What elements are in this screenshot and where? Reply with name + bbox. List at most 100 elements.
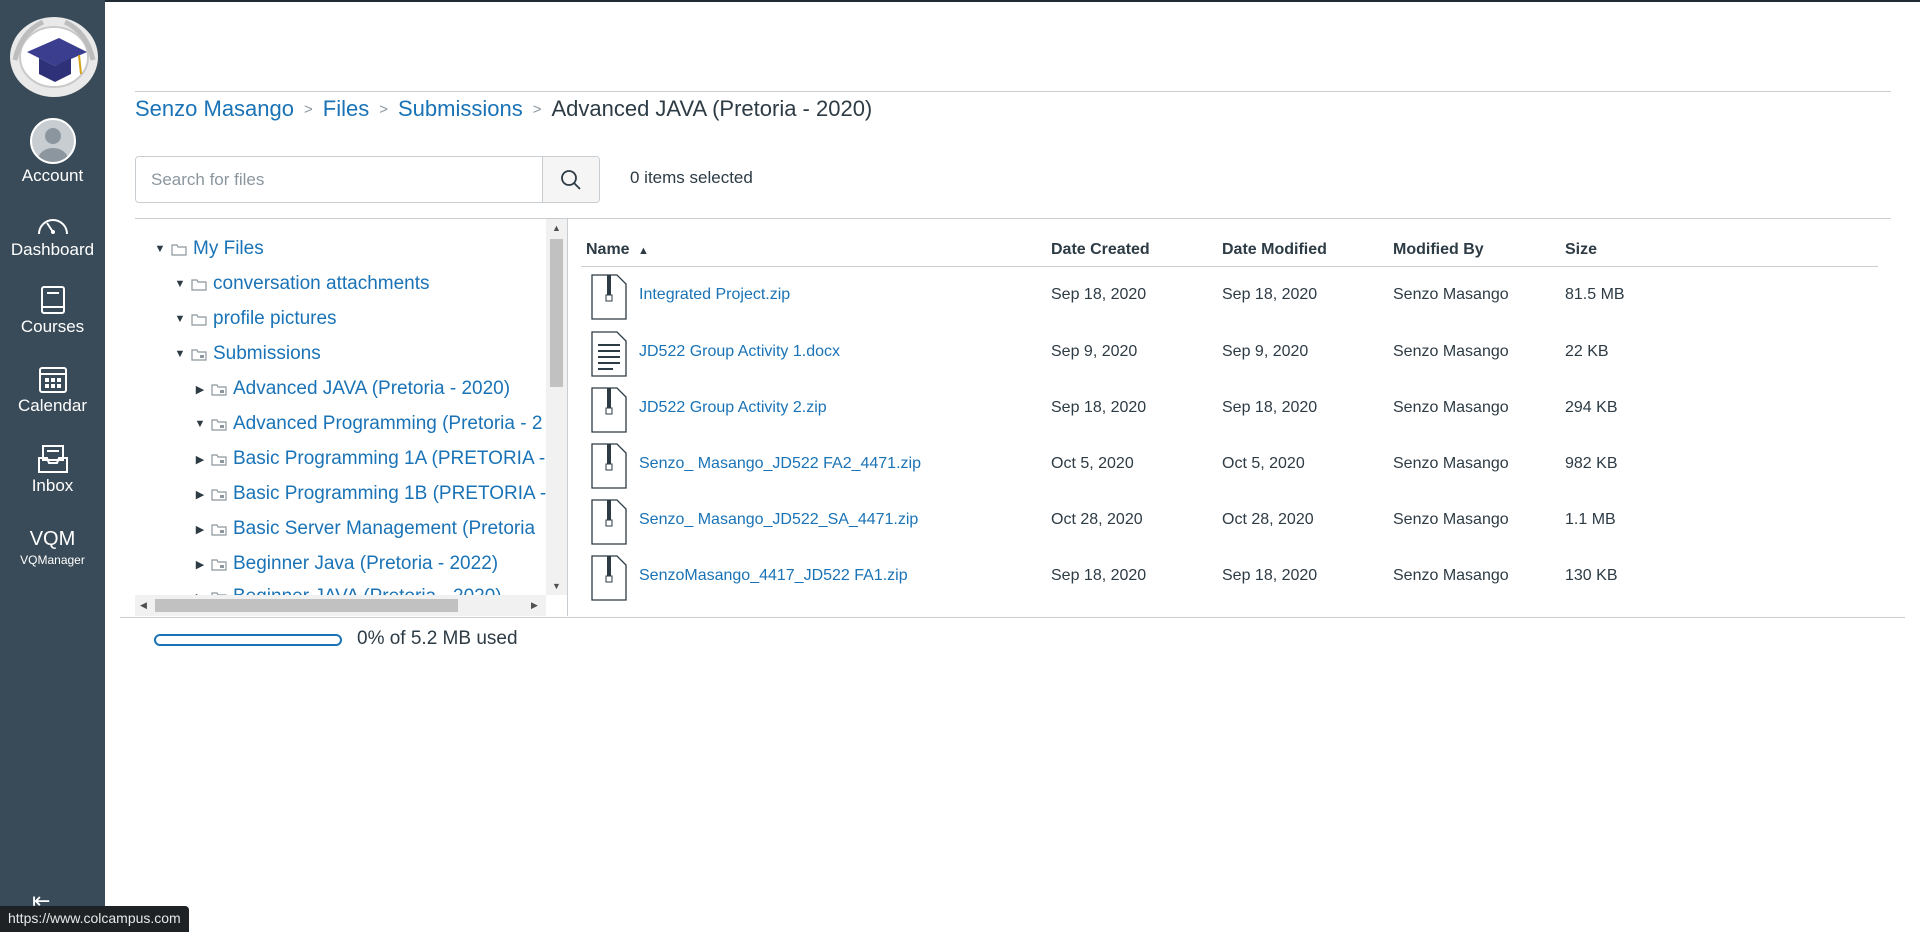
nav-courses[interactable]: Courses [0,285,105,337]
file-name-link[interactable]: SenzoMasango_4417_JD522 FA1.zip [639,567,908,585]
file-name-link[interactable]: JD522 Group Activity 2.zip [639,399,827,417]
file-size: 982 KB [1565,455,1618,472]
search-button[interactable] [542,157,599,202]
table-row[interactable]: JD522 Group Activity 1.docx Sep 9, 2020 … [581,325,1878,381]
date-created: Sep 18, 2020 [1051,399,1147,416]
modified-by: Senzo Masango [1393,343,1509,360]
column-header-size[interactable]: Size [1565,241,1597,259]
tree-item-basic-server-management[interactable]: ▶ Basic Server Management (Pretoria [193,514,535,544]
triangle-right-icon[interactable]: ▶ [193,383,207,396]
folder-icon [171,243,187,256]
tree-item-beginner-java-2020[interactable]: ▶ Beginner JAVA (Pretoria - 2020) [193,582,502,595]
date-modified: Sep 18, 2020 [1222,567,1318,584]
triangle-down-icon[interactable]: ▼ [153,243,167,255]
storage-quota-text: 0% of 5.2 MB used [357,628,518,649]
file-name-link[interactable]: Senzo_ Masango_JD522_SA_4471.zip [639,511,918,529]
date-created: Sep 18, 2020 [1051,567,1147,584]
zip-file-icon [591,555,627,601]
file-name-link[interactable]: JD522 Group Activity 1.docx [639,343,840,361]
institution-logo[interactable] [7,12,101,98]
breadcrumb-user[interactable]: Senzo Masango [135,96,294,122]
nav-calendar[interactable]: Calendar [0,364,105,416]
scroll-thumb[interactable] [550,239,563,387]
tree-item-submissions[interactable]: ▼ Submissions [173,339,321,369]
nav-vqm-label: VQM [29,528,76,550]
tree-item-label: Basic Server Management (Pretoria [233,518,536,539]
column-header-name[interactable]: Name ▲ [586,241,649,259]
scroll-down-arrow-icon[interactable]: ▼ [552,581,561,591]
nav-dashboard[interactable]: Dashboard [0,212,105,260]
search-box [135,156,600,203]
search-icon [561,169,581,190]
triangle-right-icon[interactable]: ▶ [193,558,207,571]
tree-item-advanced-programming[interactable]: ▼ Advanced Programming (Pretoria - 2 [193,409,543,439]
triangle-down-icon[interactable]: ▼ [193,418,207,430]
locked-folder-icon [211,383,227,396]
search-input[interactable] [136,157,542,202]
zip-file-icon [591,274,627,320]
tree-item-label: conversation attachments [213,273,430,294]
header-divider [135,91,1891,92]
triangle-right-icon[interactable]: ▶ [193,523,207,536]
table-row[interactable]: Senzo_ Masango_JD522_SA_4471.zip Oct 28,… [581,493,1878,549]
tree-item-beginner-java-2022[interactable]: ▶ Beginner Java (Pretoria - 2022) [193,549,498,579]
tree-item-label: profile pictures [213,308,337,329]
folder-tree: ▼ My Files ▼ conversation attachments ▼ … [135,219,567,616]
nav-vqmanager[interactable]: VQM VQManager [0,526,105,567]
date-modified: Oct 5, 2020 [1222,455,1305,472]
scroll-thumb[interactable] [155,599,458,612]
book-icon [40,286,65,314]
file-size: 294 KB [1565,399,1618,416]
date-modified: Sep 18, 2020 [1222,399,1318,416]
tree-item-label: Advanced JAVA (Pretoria - 2020) [233,378,511,399]
date-created: Sep 9, 2020 [1051,343,1138,360]
breadcrumb-files[interactable]: Files [323,96,369,122]
file-size: 130 KB [1565,567,1618,584]
zip-file-icon [591,443,627,489]
table-row[interactable]: SenzoMasango_4417_JD522 FA1.zip Sep 18, … [581,549,1878,605]
column-header-modified-by[interactable]: Modified By [1393,241,1484,259]
table-row[interactable]: Integrated Project.zip Sep 18, 2020 Sep … [581,268,1878,324]
top-border [0,0,1920,2]
tree-item-basic-programming-1a[interactable]: ▶ Basic Programming 1A (PRETORIA - [193,444,545,474]
file-name-link[interactable]: Integrated Project.zip [639,286,790,304]
triangle-right-icon[interactable]: ▶ [193,453,207,466]
avatar [29,118,76,164]
sort-ascending-icon: ▲ [638,245,649,257]
tree-item-label: My Files [193,238,264,259]
scroll-up-arrow-icon[interactable]: ▲ [552,223,561,233]
table-header: Name ▲ Date Created Date Modified Modifi… [581,239,1878,267]
locked-folder-icon [211,523,227,536]
tree-item-advanced-java[interactable]: ▶ Advanced JAVA (Pretoria - 2020) [193,374,510,404]
tree-item-conversation-attachments[interactable]: ▼ conversation attachments [173,269,430,299]
file-name-link[interactable]: Senzo_ Masango_JD522 FA2_4471.zip [639,455,921,473]
table-row[interactable]: JD522 Group Activity 2.zip Sep 18, 2020 … [581,381,1878,437]
triangle-right-icon[interactable]: ▶ [193,488,207,501]
modified-by: Senzo Masango [1393,286,1509,303]
document-file-icon [591,331,627,377]
triangle-down-icon[interactable]: ▼ [173,348,187,360]
tree-horizontal-scrollbar[interactable]: ◀ ▶ [135,595,546,616]
panel-divider[interactable] [567,219,568,616]
triangle-down-icon[interactable]: ▼ [173,313,187,325]
tree-item-my-files[interactable]: ▼ My Files [153,234,264,264]
zip-file-icon [591,499,627,545]
column-header-date-created[interactable]: Date Created [1051,241,1150,259]
table-row[interactable]: Senzo_ Masango_JD522 FA2_4471.zip Oct 5,… [581,437,1878,493]
locked-folder-icon [211,488,227,501]
nav-calendar-label: Calendar [18,396,87,415]
locked-folder-icon [191,348,207,361]
triangle-down-icon[interactable]: ▼ [173,278,187,290]
breadcrumb: Senzo Masango > Files > Submissions > Ad… [135,95,872,123]
date-modified: Sep 18, 2020 [1222,286,1318,303]
tree-vertical-scrollbar[interactable]: ▲ ▼ [546,219,567,595]
tree-item-profile-pictures[interactable]: ▼ profile pictures [173,304,337,334]
speedometer-icon [37,219,68,235]
scroll-left-arrow-icon[interactable]: ◀ [140,600,147,611]
nav-account[interactable]: Account [0,118,105,186]
breadcrumb-submissions[interactable]: Submissions [398,96,523,122]
tree-item-basic-programming-1b[interactable]: ▶ Basic Programming 1B (PRETORIA - [193,479,546,509]
scroll-right-arrow-icon[interactable]: ▶ [531,600,538,611]
column-header-date-modified[interactable]: Date Modified [1222,241,1327,259]
nav-inbox[interactable]: Inbox [0,444,105,496]
